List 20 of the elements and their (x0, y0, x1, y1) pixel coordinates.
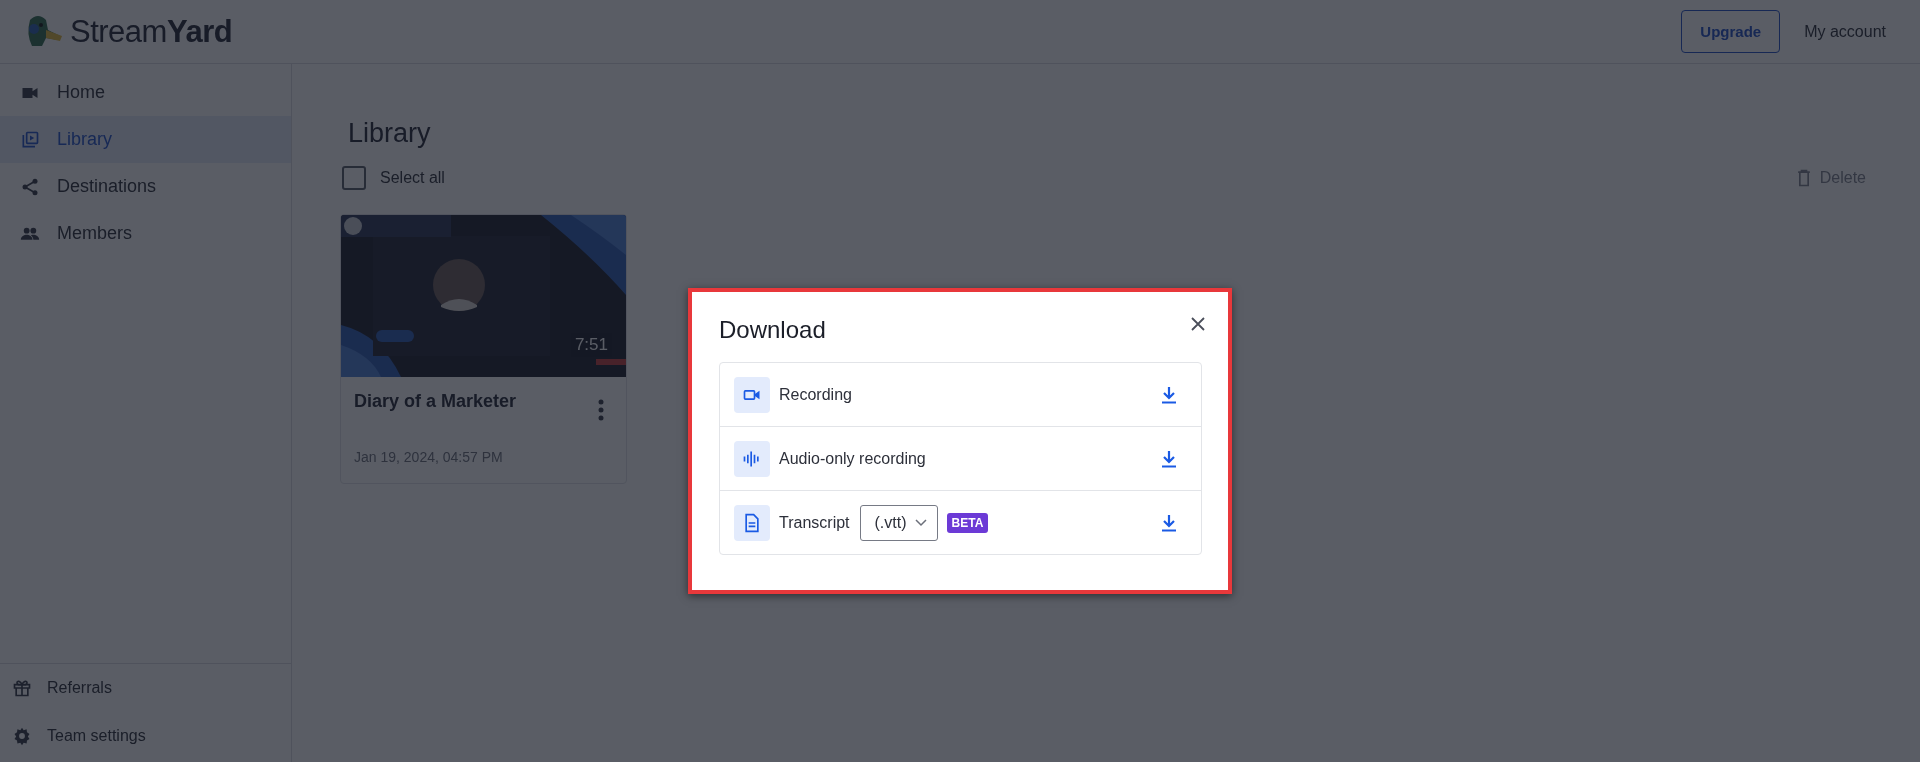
download-icon[interactable] (1161, 449, 1177, 468)
dialog-title: Download (719, 316, 826, 344)
option-label: Audio-only recording (779, 449, 926, 468)
download-option[interactable]: Recording (720, 363, 1201, 426)
document-icon (742, 512, 762, 533)
option-label: Transcript (779, 513, 850, 532)
download-icon[interactable] (1161, 513, 1177, 532)
account-link[interactable]: My account (1794, 22, 1896, 41)
download-icon[interactable] (1161, 385, 1177, 404)
download-option[interactable]: Audio-only recording (720, 426, 1201, 490)
close-icon[interactable] (1190, 316, 1206, 332)
chevron-down-icon (914, 518, 927, 527)
download-option[interactable]: Transcript (.vtt) BETA (720, 490, 1201, 554)
logo-text: StreamYard (70, 13, 233, 50)
format-dropdown[interactable]: (.vtt) (859, 504, 938, 541)
option-label: Recording (779, 385, 852, 404)
recording-title: Diary of a Marketer (354, 391, 517, 412)
beta-badge: BETA (946, 512, 989, 533)
select-all-label: Select all (380, 169, 445, 187)
page-title: Library (348, 118, 432, 149)
